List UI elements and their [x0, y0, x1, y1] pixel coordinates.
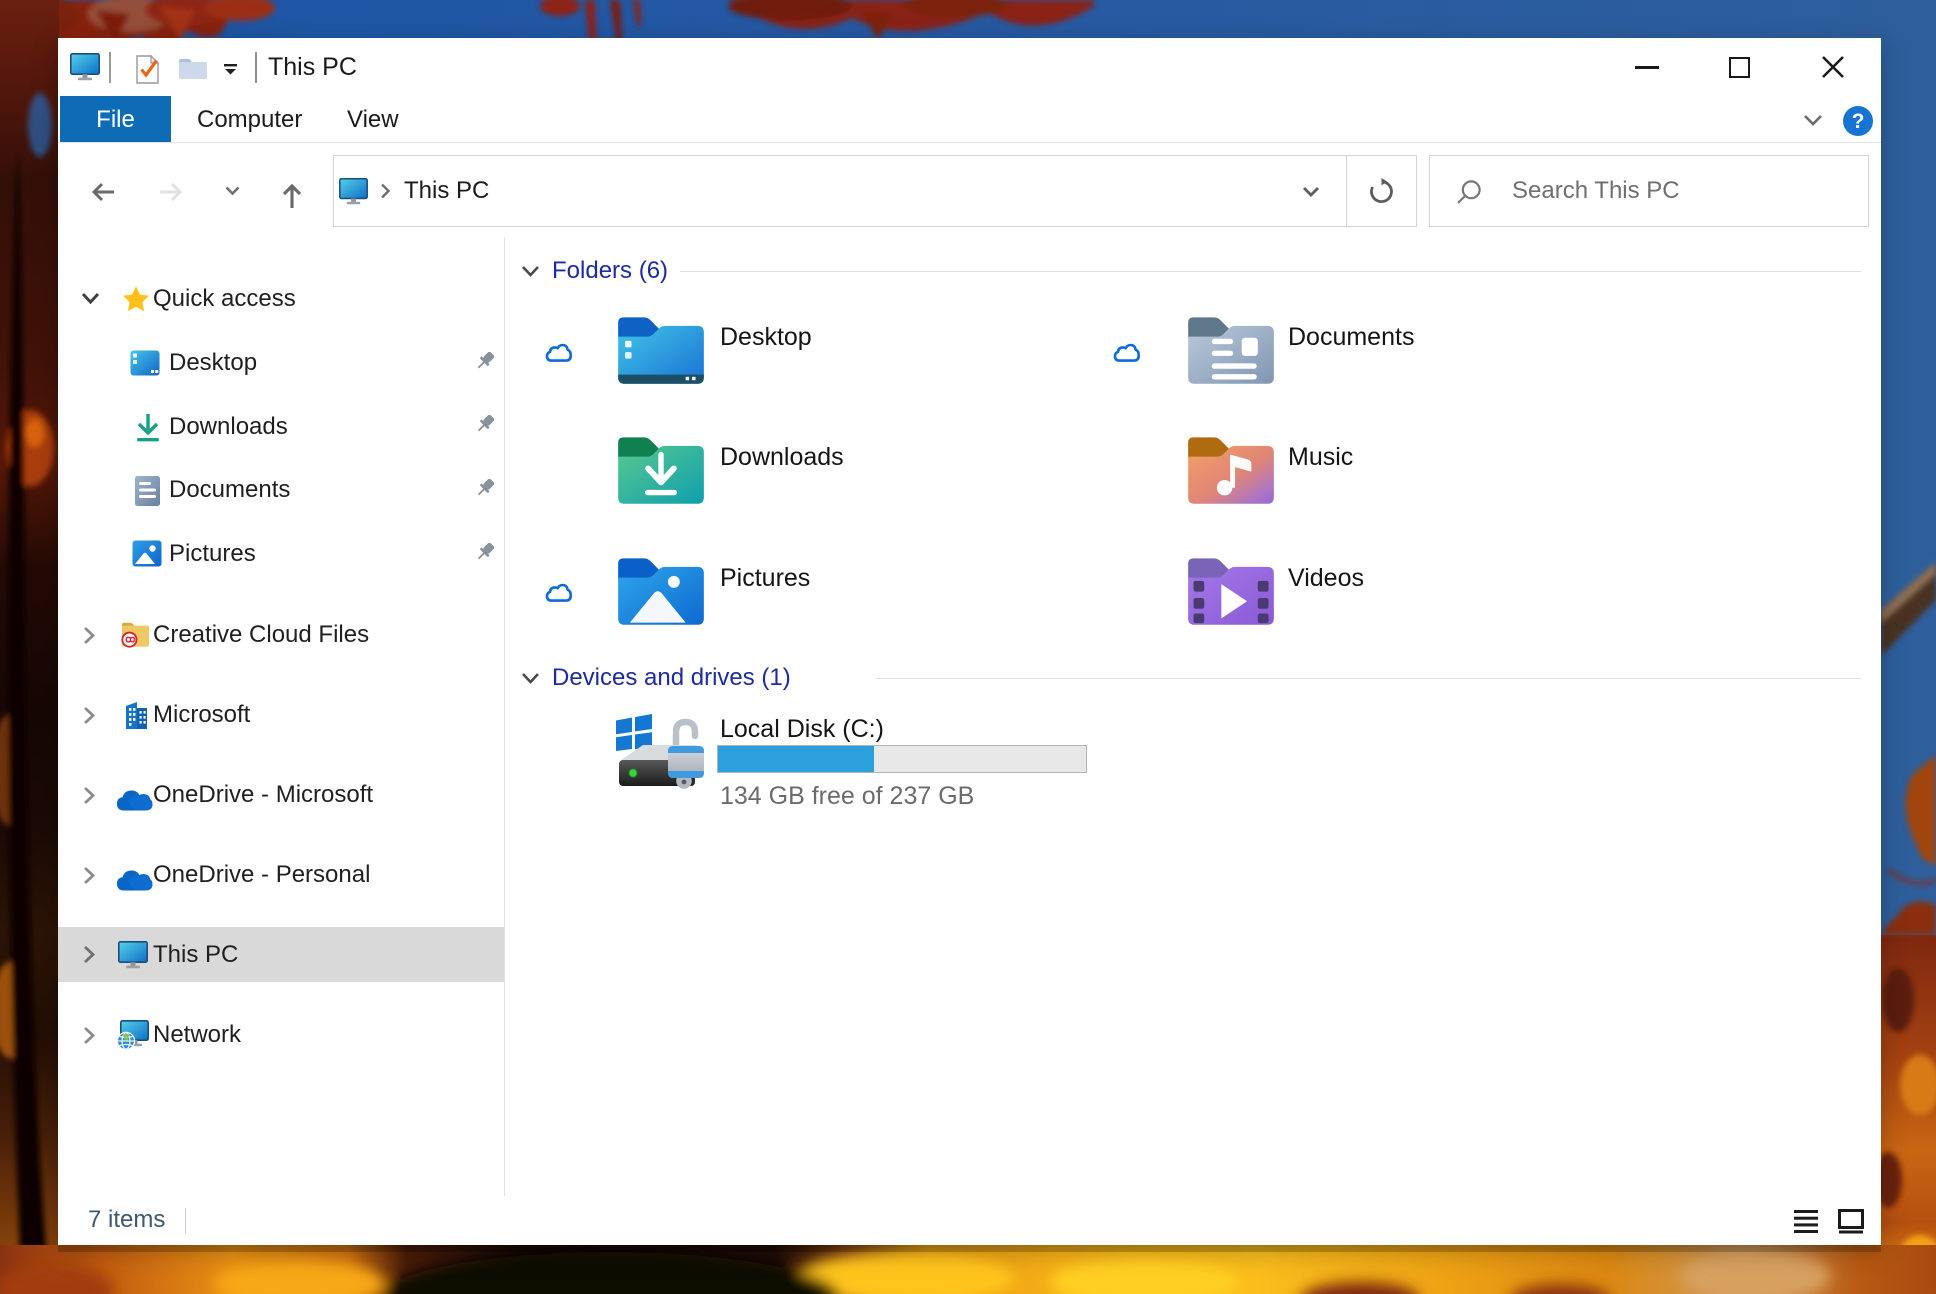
svg-text:?: ?: [1852, 110, 1865, 133]
